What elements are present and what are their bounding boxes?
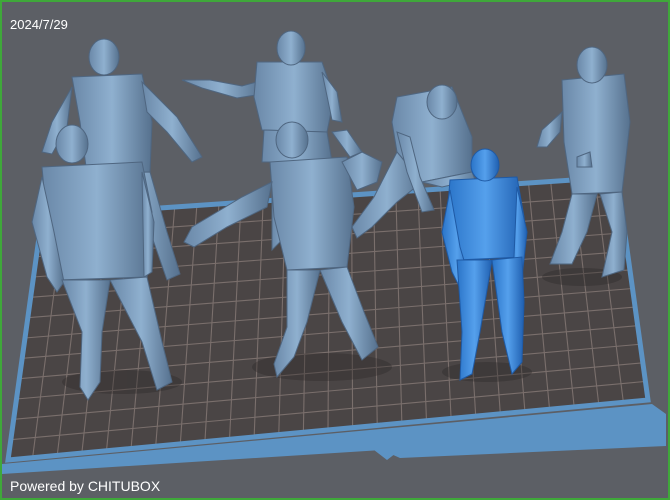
powered-by-label: Powered by CHITUBOX [10, 478, 161, 494]
3d-viewport[interactable] [2, 2, 668, 498]
date-label: 2024/7/29 [10, 17, 68, 32]
viewport-frame: 2024/7/29 Powered by CHITUBOX [0, 0, 670, 500]
